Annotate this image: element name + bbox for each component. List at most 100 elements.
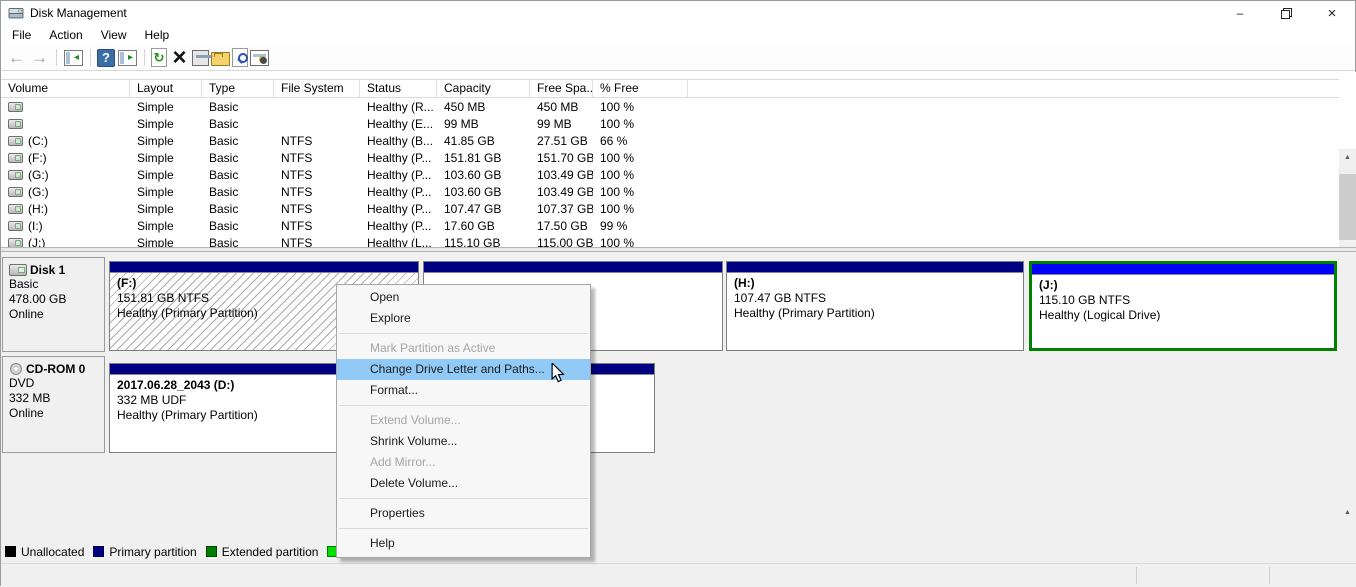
scrollbar-thumb[interactable]	[1339, 174, 1356, 240]
cell-text: 450 MB	[444, 100, 485, 114]
legend-item-unallocated: Unallocated	[5, 545, 84, 559]
volume-drive-icon	[8, 204, 23, 214]
delete-icon[interactable]	[169, 48, 190, 68]
column-header-capacity[interactable]: Capacity	[437, 80, 530, 97]
cell-layout: Simple	[130, 185, 202, 199]
volume-row[interactable]: SimpleBasicHealthy (E...99 MB99 MB100 %	[1, 115, 1339, 132]
cell-text: Simple	[137, 202, 174, 216]
cell-text: NTFS	[281, 185, 312, 199]
volume-row[interactable]: (H:)SimpleBasicNTFSHealthy (P...107.47 G…	[1, 200, 1339, 217]
toolbar-separator	[144, 49, 145, 66]
minimize-button[interactable]: –	[1217, 1, 1263, 25]
menu-item-extend-volume: Extend Volume...	[337, 410, 590, 431]
cell-text: Healthy (P...	[367, 202, 431, 216]
cell-free_space: 450 MB	[530, 100, 593, 114]
partition-type-strip	[110, 262, 418, 273]
restore-button[interactable]	[1263, 1, 1309, 25]
column-header-layout[interactable]: Layout	[130, 80, 202, 97]
show-action-pane-icon[interactable]	[117, 48, 138, 68]
cell-layout: Simple	[130, 168, 202, 182]
cell-text: Simple	[137, 100, 174, 114]
column-header-free[interactable]: % Free	[593, 80, 688, 97]
cell-type: Basic	[202, 151, 274, 165]
open-folder-icon[interactable]	[211, 52, 230, 66]
refresh-icon[interactable]	[151, 48, 167, 67]
cell-layout: Simple	[130, 117, 202, 131]
window-frame-glyph	[118, 50, 137, 66]
volume-row[interactable]: (F:)SimpleBasicNTFSHealthy (P...151.81 G…	[1, 149, 1339, 166]
settings-icon[interactable]	[250, 50, 269, 66]
cell-text: (J:)	[28, 236, 45, 248]
volume-row[interactable]: (J:)SimpleBasicNTFSHealthy (L...115.10 G…	[1, 234, 1339, 247]
help-icon[interactable]	[97, 49, 115, 67]
column-header-volume[interactable]: Volume	[1, 80, 130, 97]
properties-icon[interactable]	[192, 50, 209, 66]
cell-text: Basic	[209, 236, 238, 248]
cell-text: NTFS	[281, 134, 312, 148]
menubar-item-help[interactable]: Help	[136, 26, 179, 44]
cell-type: Basic	[202, 117, 274, 131]
cdrom-icon	[9, 363, 23, 375]
graphical-view-pane: UnallocatedPrimary partitionExtended par…	[1, 252, 1356, 563]
disk-info-panel[interactable]: CD-ROM 0DVD332 MBOnline	[2, 356, 105, 453]
cell-layout: Simple	[130, 100, 202, 114]
cell-free_space: 107.37 GB	[530, 202, 593, 216]
menu-item-help[interactable]: Help	[337, 533, 590, 554]
window-title: Disk Management	[30, 6, 127, 20]
cell-type: Basic	[202, 236, 274, 248]
cell-text: (H:)	[28, 202, 48, 216]
scroll-up-button[interactable]: ▲	[1339, 149, 1356, 166]
column-header-file-system[interactable]: File System	[274, 80, 360, 97]
scroll-up-button[interactable]: ▲	[1339, 504, 1356, 521]
volume-row[interactable]: (G:)SimpleBasicNTFSHealthy (P...103.60 G…	[1, 166, 1339, 183]
back-arrow-icon[interactable]	[6, 48, 27, 68]
status-bar	[1, 563, 1356, 587]
disk-info-panel[interactable]: Disk 1Basic478.00 GBOnline	[2, 257, 105, 352]
volume-row[interactable]: (I:)SimpleBasicNTFSHealthy (P...17.60 GB…	[1, 217, 1339, 234]
cell-layout: Simple	[130, 219, 202, 233]
legend-label: Unallocated	[21, 545, 84, 559]
volume-list-scrollbar[interactable]: ▲ ▼	[1339, 149, 1356, 247]
menu-item-shrink-volume[interactable]: Shrink Volume...	[337, 431, 590, 452]
volume-row[interactable]: SimpleBasicHealthy (R...450 MB450 MB100 …	[1, 98, 1339, 115]
cell-capacity: 17.60 GB	[437, 219, 530, 233]
partition-h[interactable]: (H:)107.47 GB NTFSHealthy (Primary Parti…	[726, 261, 1024, 351]
volume-row[interactable]: (G:)SimpleBasicNTFSHealthy (P...103.60 G…	[1, 183, 1339, 200]
cell-layout: Simple	[130, 236, 202, 248]
disk-info-line: 478.00 GB	[9, 292, 100, 307]
menu-item-open[interactable]: Open	[337, 287, 590, 308]
search-icon[interactable]	[232, 48, 248, 67]
cell-pct_free: 100 %	[593, 100, 688, 114]
cell-text: Healthy (P...	[367, 168, 431, 182]
volume-drive-icon	[8, 238, 23, 248]
forward-arrow-icon[interactable]	[29, 48, 50, 68]
column-header-type[interactable]: Type	[202, 80, 274, 97]
disk-name: CD-ROM 0	[26, 362, 85, 376]
menu-item-properties[interactable]: Properties	[337, 503, 590, 524]
partition-context-menu: OpenExploreMark Partition as ActiveChang…	[336, 284, 591, 558]
column-header-free-spa[interactable]: Free Spa...	[530, 80, 593, 97]
graphical-view-scrollbar[interactable]: ▲ ▼	[1339, 504, 1356, 563]
menubar-item-action[interactable]: Action	[40, 26, 91, 44]
cell-file_system: NTFS	[274, 151, 360, 165]
disk-info-line: 332 MB	[9, 391, 100, 406]
partition-j[interactable]: (J:)115.10 GB NTFSHealthy (Logical Drive…	[1029, 261, 1337, 351]
cell-layout: Simple	[130, 134, 202, 148]
volume-row[interactable]: (C:)SimpleBasicNTFSHealthy (B...41.85 GB…	[1, 132, 1339, 149]
cell-text: Simple	[137, 134, 174, 148]
column-header-status[interactable]: Status	[360, 80, 437, 97]
cell-text: 115.10 GB	[444, 236, 500, 248]
menubar-item-view[interactable]: View	[92, 26, 136, 44]
cell-free_space: 27.51 GB	[530, 134, 593, 148]
show-console-tree-icon[interactable]	[63, 48, 84, 68]
menu-item-delete-volume[interactable]: Delete Volume...	[337, 473, 590, 494]
menubar-item-file[interactable]: File	[3, 26, 40, 44]
cell-text: 151.70 GB	[537, 151, 593, 165]
menu-item-format[interactable]: Format...	[337, 380, 590, 401]
close-button[interactable]: ×	[1309, 1, 1355, 25]
partition-label: (H:)	[734, 276, 1023, 291]
cell-text: (C:)	[28, 134, 48, 148]
cell-file_system: NTFS	[274, 168, 360, 182]
menu-item-explore[interactable]: Explore	[337, 308, 590, 329]
cell-layout: Simple	[130, 151, 202, 165]
